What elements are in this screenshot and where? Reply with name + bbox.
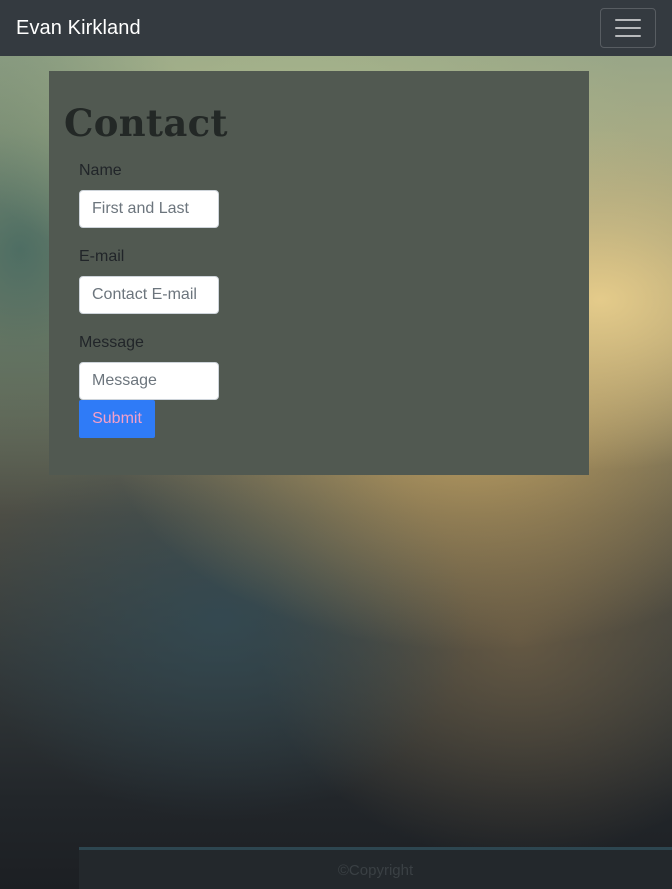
name-field-group: Name <box>79 159 279 228</box>
copyright-text: ©Copyright <box>337 862 414 879</box>
name-label: Name <box>79 162 122 179</box>
top-navbar: Evan Kirkland <box>0 0 672 56</box>
email-label: E-mail <box>79 248 125 265</box>
contact-panel: Contact Name E-mail Message Submit <box>49 71 589 475</box>
hamburger-menu-icon-bar <box>615 27 641 29</box>
brand-link[interactable]: Evan Kirkland <box>16 17 141 40</box>
navbar-toggler-button[interactable] <box>600 8 656 48</box>
page-footer: ©Copyright <box>79 847 672 889</box>
email-field-group: E-mail <box>79 245 279 314</box>
message-label: Message <box>79 334 144 351</box>
name-input[interactable] <box>79 190 219 228</box>
submit-button[interactable]: Submit <box>79 400 155 438</box>
hamburger-menu-icon-bar <box>615 35 641 37</box>
page-title: Contact <box>64 101 228 145</box>
contact-form: Name E-mail Message Submit <box>79 159 279 438</box>
message-input[interactable] <box>79 362 219 400</box>
message-field-group: Message <box>79 331 279 400</box>
hamburger-menu-icon <box>615 19 641 21</box>
email-input[interactable] <box>79 276 219 314</box>
